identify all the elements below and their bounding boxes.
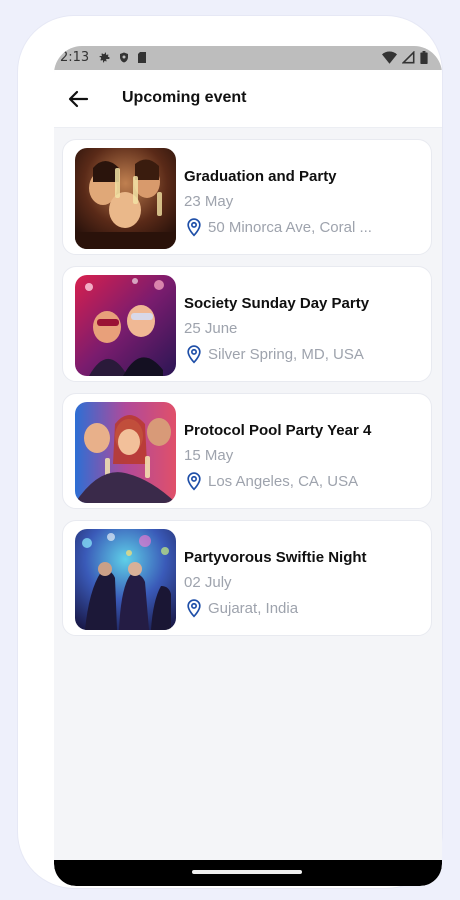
system-nav-bar xyxy=(54,860,442,886)
event-location: Silver Spring, MD, USA xyxy=(184,344,364,364)
event-location: 50 Minorca Ave, Coral ... xyxy=(184,217,372,237)
event-image xyxy=(75,402,176,503)
app-bar: Upcoming event xyxy=(54,70,442,127)
back-button[interactable] xyxy=(66,86,92,112)
status-bar: 2:13 xyxy=(54,46,442,70)
event-date: 02 July xyxy=(184,574,232,591)
shield-icon xyxy=(120,52,128,63)
wifi-icon xyxy=(382,51,397,64)
event-location-text: Gujarat, India xyxy=(208,599,299,617)
event-title: Partyvorous Swiftie Night xyxy=(184,549,367,566)
event-location: Gujarat, India xyxy=(184,598,298,618)
gear-icon xyxy=(99,52,110,63)
home-indicator[interactable] xyxy=(192,870,302,874)
arrow-left-icon xyxy=(68,90,89,108)
event-image xyxy=(75,529,176,630)
event-card[interactable]: Society Sunday Day Party 25 June Silver … xyxy=(62,266,432,382)
event-date: 25 June xyxy=(184,320,238,337)
phone-frame: 2:13 Upcoming event Graduation and Party… xyxy=(18,16,442,888)
sd-card-icon xyxy=(138,52,146,63)
status-right-icons xyxy=(382,51,428,64)
signal-icon xyxy=(402,51,415,64)
event-location: Los Angeles, CA, USA xyxy=(184,471,358,491)
event-title: Protocol Pool Party Year 4 xyxy=(184,422,372,439)
screen: 2:13 Upcoming event Graduation and Party… xyxy=(54,46,442,886)
event-card[interactable]: Graduation and Party 23 May 50 Minorca A… xyxy=(62,139,432,255)
status-time: 2:13 xyxy=(60,50,90,65)
event-location-text: Los Angeles, CA, USA xyxy=(208,472,359,490)
event-image xyxy=(75,148,176,249)
battery-icon xyxy=(420,51,428,64)
location-pin-icon xyxy=(187,472,201,491)
event-title: Graduation and Party xyxy=(184,168,337,185)
event-location-text: Silver Spring, MD, USA xyxy=(208,345,364,363)
status-left-icons xyxy=(98,51,147,64)
event-title: Society Sunday Day Party xyxy=(184,295,370,312)
location-pin-icon xyxy=(187,218,201,237)
event-date: 15 May xyxy=(184,447,234,464)
location-pin-icon xyxy=(187,345,201,364)
page-title: Upcoming event xyxy=(122,89,247,106)
event-list: Graduation and Party 23 May 50 Minorca A… xyxy=(62,139,434,647)
event-image xyxy=(75,275,176,376)
event-card[interactable]: Protocol Pool Party Year 4 15 May Los An… xyxy=(62,393,432,509)
event-date: 23 May xyxy=(184,193,234,210)
location-pin-icon xyxy=(187,599,201,618)
event-card[interactable]: Partyvorous Swiftie Night 02 July Gujara… xyxy=(62,520,432,636)
event-location-text: 50 Minorca Ave, Coral ... xyxy=(208,218,372,236)
